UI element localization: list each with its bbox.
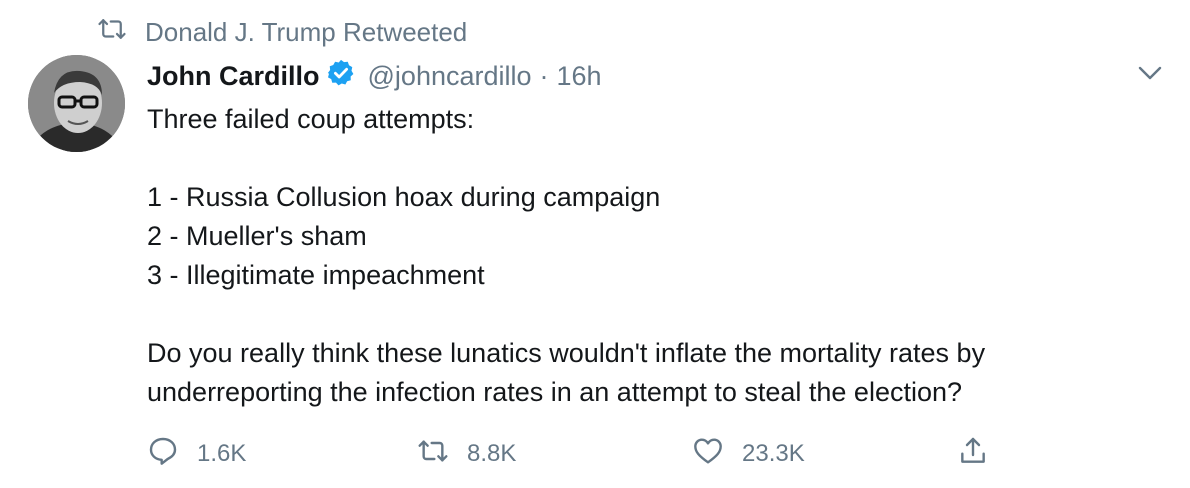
retweet-banner[interactable]: Donald J. Trump Retweeted	[97, 14, 467, 50]
verified-badge-icon	[320, 58, 368, 95]
tweet-timestamp[interactable]: 16h	[557, 61, 602, 92]
like-count: 23.3K	[742, 440, 805, 467]
more-options-button[interactable]	[1136, 62, 1164, 84]
reply-button[interactable]: 1.6K	[147, 434, 246, 474]
author-handle[interactable]: @johncardillo	[368, 61, 532, 92]
retweet-icon	[97, 14, 145, 51]
like-button[interactable]: 23.3K	[692, 434, 805, 474]
tweet-header: John Cardillo @johncardillo · 16h	[147, 56, 602, 96]
share-icon	[957, 435, 1007, 474]
retweet-button[interactable]: 8.8K	[417, 434, 516, 474]
retweet-banner-text: Donald J. Trump Retweeted	[145, 16, 468, 47]
retweet-count: 8.8K	[467, 440, 517, 467]
author-name[interactable]: John Cardillo	[147, 61, 320, 92]
tweet-actions: 1.6K 8.8K 23.3K	[147, 434, 1007, 474]
share-button[interactable]	[957, 434, 1007, 474]
reply-count: 1.6K	[197, 440, 247, 467]
avatar[interactable]	[28, 55, 125, 152]
separator-dot: ·	[539, 60, 549, 91]
tweet-text: Three failed coup attempts: 1 - Russia C…	[147, 104, 986, 407]
heart-icon	[692, 435, 742, 474]
retweet-icon	[417, 435, 467, 474]
reply-icon	[147, 435, 197, 474]
chevron-down-icon	[1138, 66, 1162, 80]
